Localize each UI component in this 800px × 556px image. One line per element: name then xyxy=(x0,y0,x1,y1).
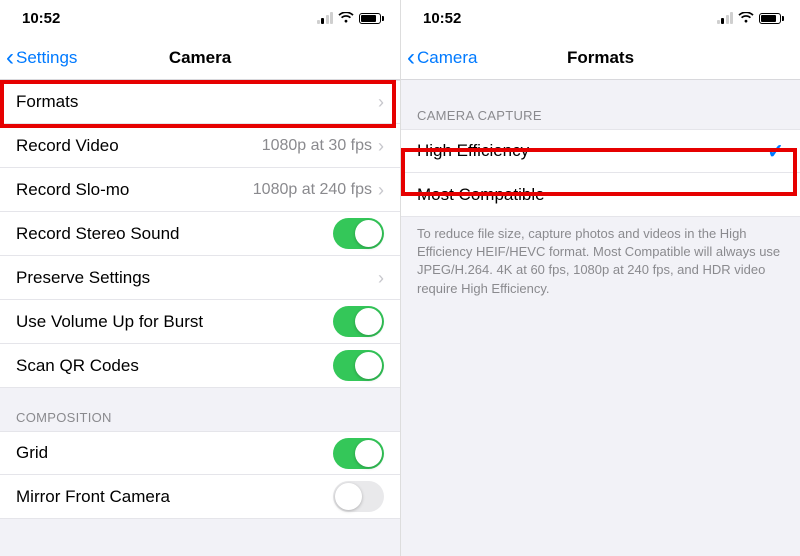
wifi-icon xyxy=(738,12,754,24)
row-label: Preserve Settings xyxy=(16,268,378,288)
mirror-front-row[interactable]: Mirror Front Camera xyxy=(0,475,400,519)
status-indicators xyxy=(717,12,785,24)
row-value: 1080p at 30 fps xyxy=(262,137,372,155)
scan-qr-toggle[interactable] xyxy=(333,350,384,381)
checkmark-icon: ✓ xyxy=(767,139,784,164)
camera-settings-screen: 10:52 ‹ Settings Camera Fo xyxy=(0,0,400,556)
camera-capture-header: Camera Capture xyxy=(401,80,800,129)
status-bar: 10:52 xyxy=(401,0,800,36)
preserve-settings-row[interactable]: Preserve Settings › xyxy=(0,256,400,300)
back-button[interactable]: ‹ Camera xyxy=(401,46,477,70)
row-label: Formats xyxy=(16,92,378,112)
chevron-right-icon: › xyxy=(378,269,384,287)
grid-row[interactable]: Grid xyxy=(0,431,400,475)
row-label: Grid xyxy=(16,443,333,463)
row-label: Record Video xyxy=(16,136,262,156)
most-compatible-row[interactable]: Most Compatible xyxy=(401,173,800,217)
status-bar: 10:52 xyxy=(0,0,400,36)
battery-icon xyxy=(359,13,384,24)
mirror-front-toggle[interactable] xyxy=(333,481,384,512)
row-label: Mirror Front Camera xyxy=(16,487,333,507)
formats-row[interactable]: Formats › xyxy=(0,80,400,124)
row-label: Record Slo-mo xyxy=(16,180,253,200)
high-efficiency-row[interactable]: High Efficiency ✓ xyxy=(401,129,800,173)
chevron-right-icon: › xyxy=(378,137,384,155)
volume-burst-toggle[interactable] xyxy=(333,306,384,337)
battery-icon xyxy=(759,13,784,24)
chevron-right-icon: › xyxy=(378,93,384,111)
scan-qr-row[interactable]: Scan QR Codes xyxy=(0,344,400,388)
cellular-signal-icon xyxy=(317,12,334,24)
stereo-sound-row[interactable]: Record Stereo Sound xyxy=(0,212,400,256)
status-time: 10:52 xyxy=(22,10,60,27)
grid-toggle[interactable] xyxy=(333,438,384,469)
stereo-sound-toggle[interactable] xyxy=(333,218,384,249)
chevron-left-icon: ‹ xyxy=(6,46,14,70)
back-label: Camera xyxy=(417,48,477,68)
row-value: 1080p at 240 fps xyxy=(253,181,372,199)
status-time: 10:52 xyxy=(423,10,461,27)
record-slomo-row[interactable]: Record Slo-mo 1080p at 240 fps › xyxy=(0,168,400,212)
cellular-signal-icon xyxy=(717,12,734,24)
chevron-left-icon: ‹ xyxy=(407,46,415,70)
settings-list: Formats › Record Video 1080p at 30 fps ›… xyxy=(0,80,400,556)
volume-burst-row[interactable]: Use Volume Up for Burst xyxy=(0,300,400,344)
chevron-right-icon: › xyxy=(378,181,384,199)
row-label: Most Compatible xyxy=(417,185,784,205)
nav-bar: ‹ Settings Camera xyxy=(0,36,400,80)
nav-bar: ‹ Camera Formats xyxy=(401,36,800,80)
composition-header: Composition xyxy=(0,388,400,431)
record-video-row[interactable]: Record Video 1080p at 30 fps › xyxy=(0,124,400,168)
row-label: High Efficiency xyxy=(417,141,767,161)
section-footer: To reduce file size, capture photos and … xyxy=(401,217,800,298)
status-indicators xyxy=(317,12,385,24)
wifi-icon xyxy=(338,12,354,24)
formats-screen: 10:52 ‹ Camera Formats Camera Captu xyxy=(400,0,800,556)
row-label: Record Stereo Sound xyxy=(16,224,333,244)
back-label: Settings xyxy=(16,48,77,68)
row-label: Scan QR Codes xyxy=(16,356,333,376)
back-button[interactable]: ‹ Settings xyxy=(0,46,77,70)
formats-list: Camera Capture High Efficiency ✓ Most Co… xyxy=(401,80,800,556)
row-label: Use Volume Up for Burst xyxy=(16,312,333,332)
